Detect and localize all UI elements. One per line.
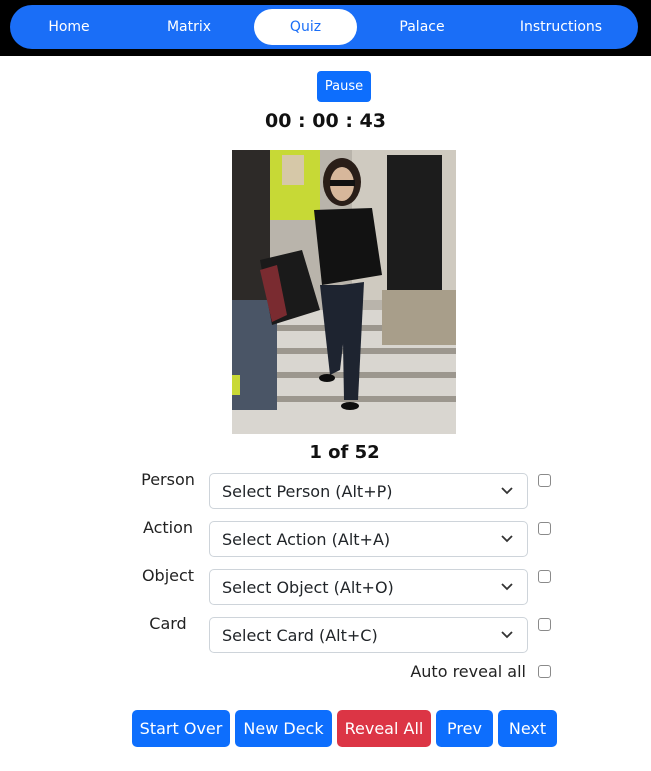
card-photo <box>232 150 456 434</box>
object-select-value: Select Object (Alt+O) <box>222 578 394 597</box>
person-label: Person <box>141 470 195 489</box>
object-reveal-checkbox[interactable] <box>538 570 551 583</box>
chevron-down-icon <box>501 487 513 495</box>
action-reveal-checkbox[interactable] <box>538 522 551 535</box>
card-reveal-checkbox[interactable] <box>538 618 551 631</box>
chevron-down-icon <box>501 583 513 591</box>
start-over-button[interactable]: Start Over <box>132 710 230 747</box>
next-button[interactable]: Next <box>498 710 557 747</box>
auto-reveal-checkbox[interactable] <box>538 665 551 678</box>
nav-instructions[interactable]: Instructions <box>500 9 622 45</box>
card-label: Card <box>149 614 187 633</box>
chevron-down-icon <box>501 535 513 543</box>
pause-button[interactable]: Pause <box>317 71 371 102</box>
action-select-value: Select Action (Alt+A) <box>222 530 391 549</box>
nav-matrix[interactable]: Matrix <box>138 9 240 45</box>
nav-quiz[interactable]: Quiz <box>254 9 357 45</box>
nav-palace[interactable]: Palace <box>371 9 473 45</box>
top-bar: Home Matrix Quiz Palace Instructions <box>0 0 651 56</box>
person-select-value: Select Person (Alt+P) <box>222 482 393 501</box>
card-select[interactable]: Select Card (Alt+C) <box>209 617 528 653</box>
person-reveal-checkbox[interactable] <box>538 474 551 487</box>
nav-home[interactable]: Home <box>18 9 120 45</box>
auto-reveal-label: Auto reveal all <box>410 662 526 681</box>
reveal-all-button[interactable]: Reveal All <box>337 710 431 747</box>
person-select[interactable]: Select Person (Alt+P) <box>209 473 528 509</box>
prev-button[interactable]: Prev <box>436 710 493 747</box>
nav-bar: Home Matrix Quiz Palace Instructions <box>10 5 638 49</box>
card-select-value: Select Card (Alt+C) <box>222 626 378 645</box>
object-select[interactable]: Select Object (Alt+O) <box>209 569 528 605</box>
action-label: Action <box>142 518 194 537</box>
chevron-down-icon <box>501 631 513 639</box>
card-counter: 1 of 52 <box>309 442 380 463</box>
new-deck-button[interactable]: New Deck <box>235 710 332 747</box>
action-select[interactable]: Select Action (Alt+A) <box>209 521 528 557</box>
object-label: Object <box>141 566 195 585</box>
quiz-timer: 00 : 00 : 43 <box>265 110 386 132</box>
